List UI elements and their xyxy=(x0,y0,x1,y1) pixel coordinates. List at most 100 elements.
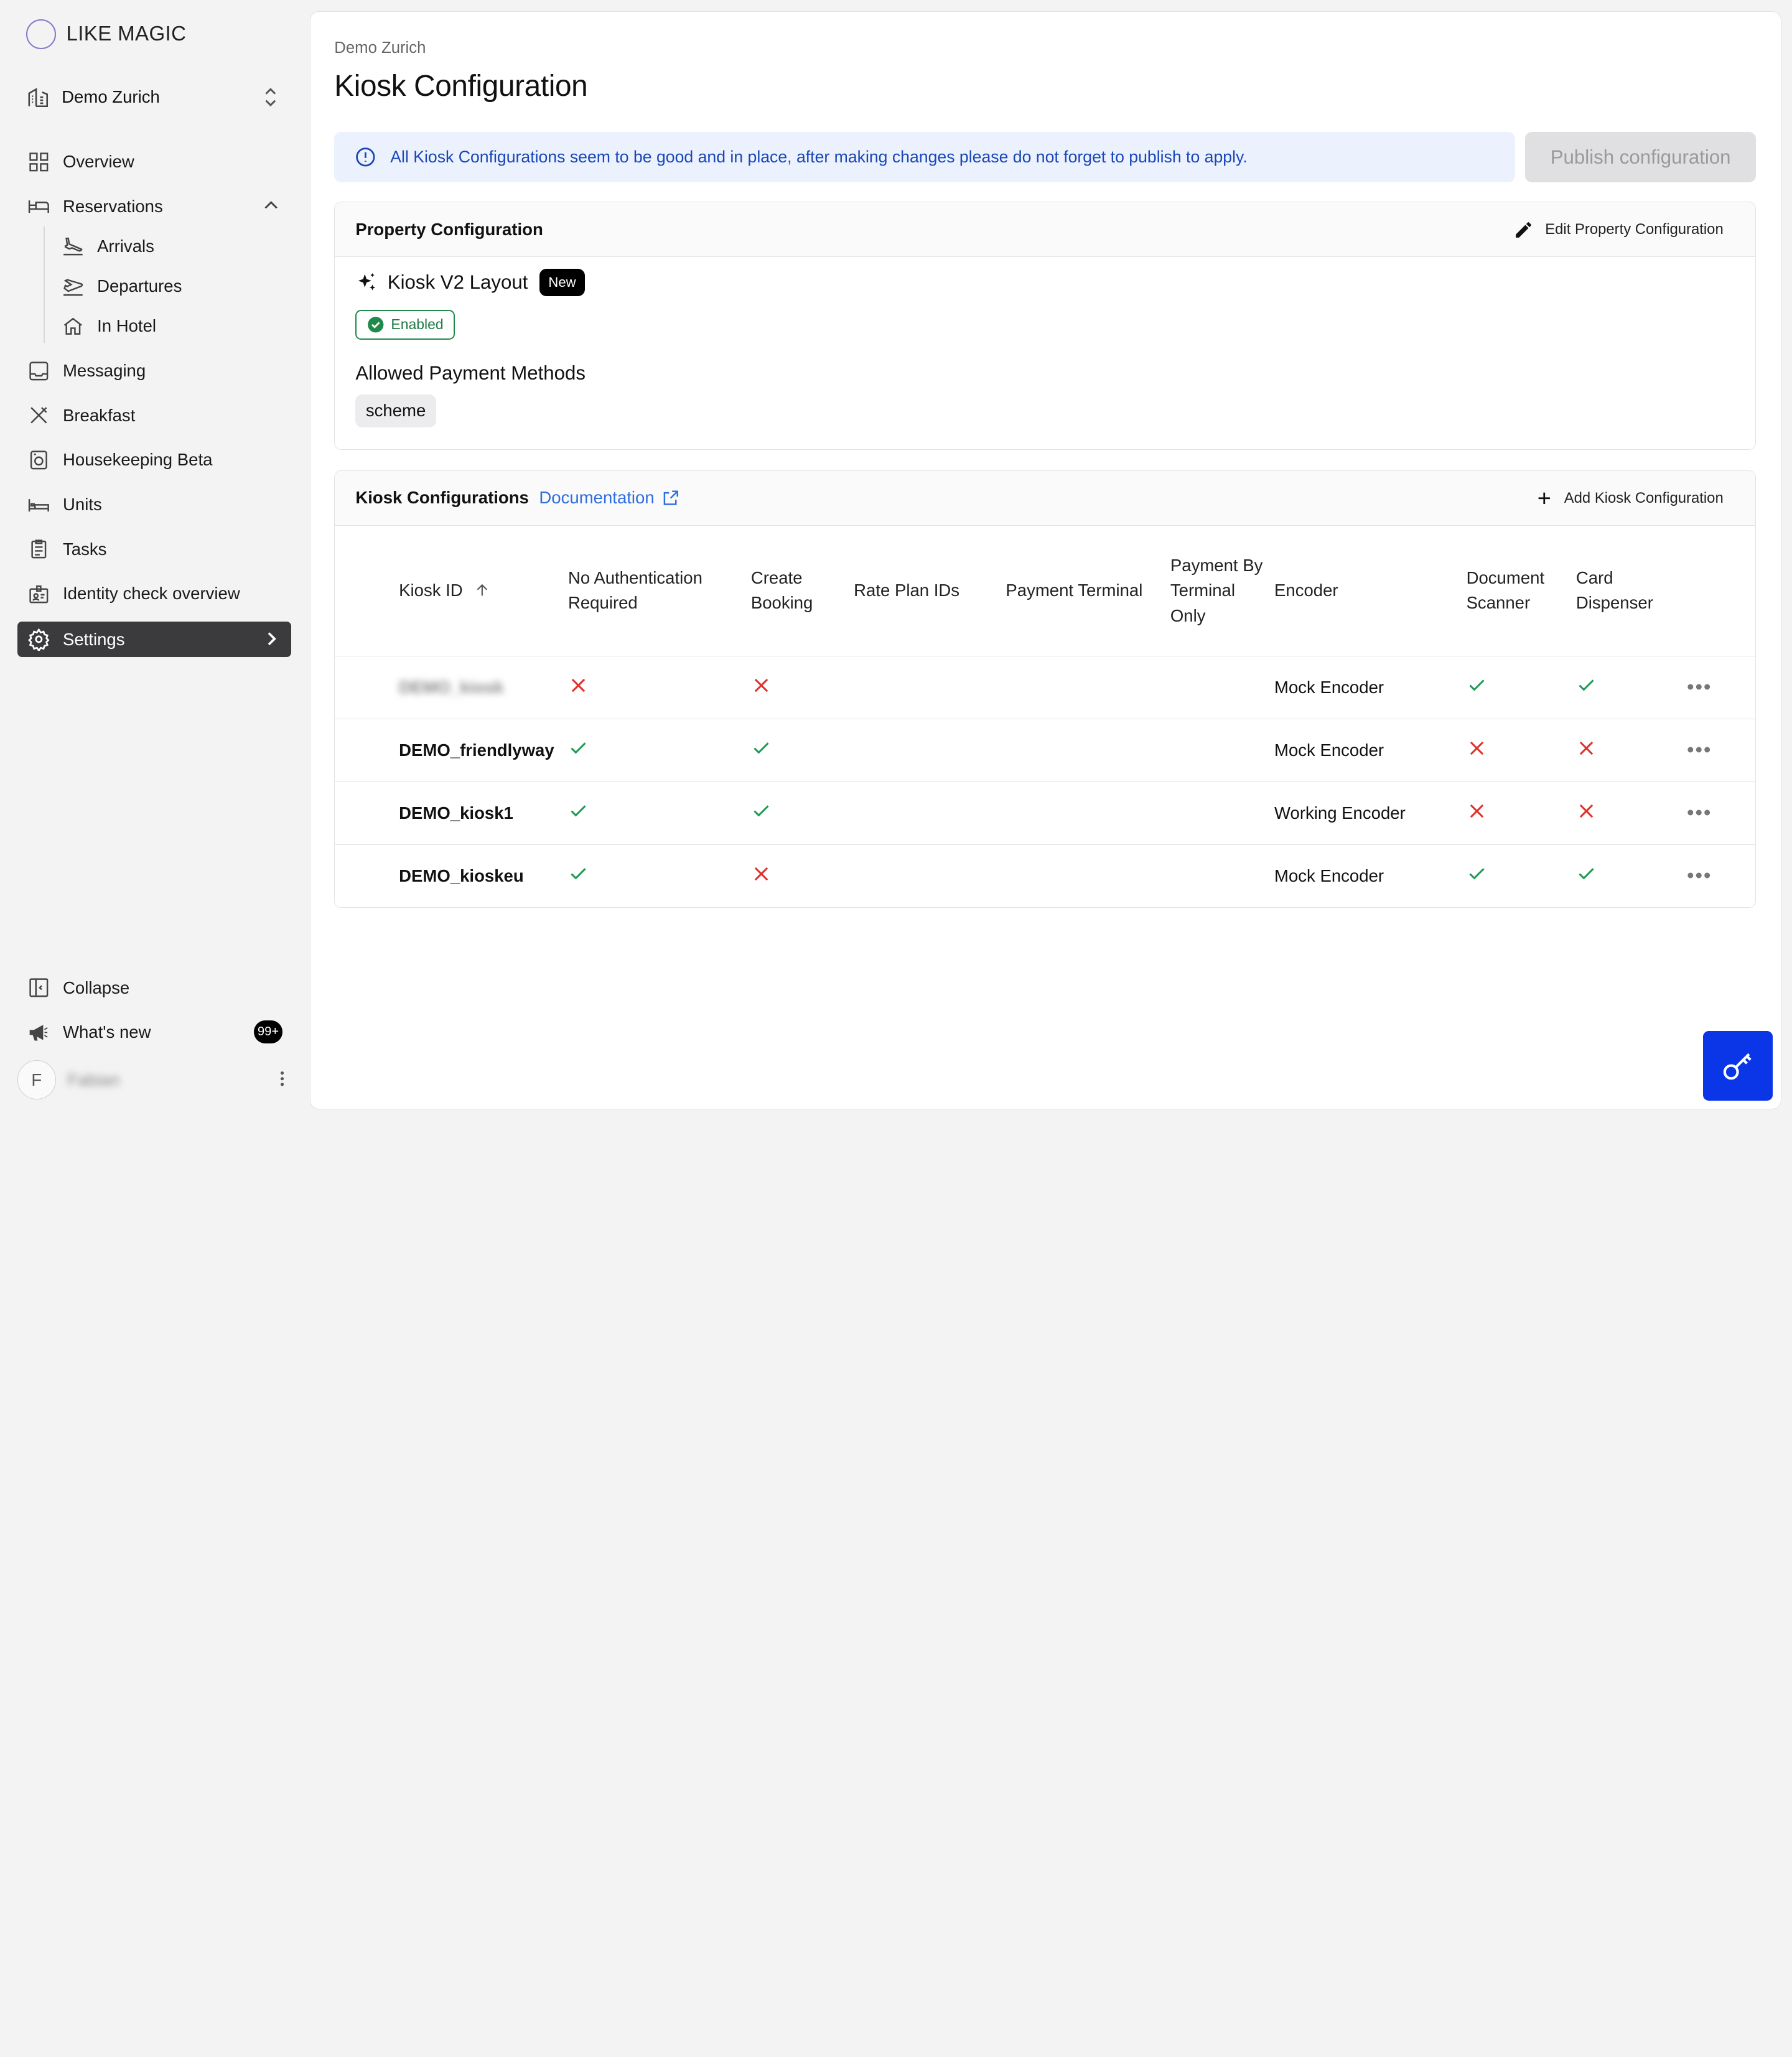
doc-scanner-x-icon xyxy=(1470,804,1483,818)
no-auth-cell xyxy=(568,844,751,907)
nav-messaging[interactable]: Messaging xyxy=(17,353,292,389)
kiosk-configs-title: Kiosk Configurations xyxy=(355,488,529,508)
rate-plan-cell xyxy=(854,844,1006,907)
table-row[interactable]: DEMO_friendlyway Mock Encoder ••• xyxy=(335,719,1756,782)
megaphone-icon xyxy=(29,1025,48,1041)
more-vertical-icon[interactable] xyxy=(279,1070,286,1088)
table-row[interactable]: DEMO_kiosk1 Working Encoder ••• xyxy=(335,781,1756,845)
sidebar: LIKE MAGIC Demo Zurich Overview Reservat… xyxy=(0,0,309,1120)
washing-machine-icon xyxy=(30,450,47,470)
nav-reservations[interactable]: Reservations xyxy=(17,189,292,224)
nav-in-hotel[interactable]: In Hotel xyxy=(52,309,292,344)
card-dispenser-cell xyxy=(1575,656,1687,719)
brand-logo[interactable]: LIKE MAGIC xyxy=(26,19,186,49)
payment-terminal-cell xyxy=(1006,656,1170,719)
property-config-title: Property Configuration xyxy=(355,219,543,239)
bed-icon xyxy=(28,200,49,213)
edit-property-config-button[interactable]: Edit Property Configuration xyxy=(1513,202,1724,257)
doc-scanner-cell xyxy=(1467,844,1576,907)
nav-arrivals[interactable]: Arrivals xyxy=(52,228,292,264)
kiosk-id-cell: DEMO_kiosk1 xyxy=(399,781,568,845)
logo-icon xyxy=(26,19,56,49)
card-dispenser-cell xyxy=(1575,719,1687,782)
card-dispenser-x-icon xyxy=(1579,804,1594,818)
col-payment-only: Payment By Terminal Only xyxy=(1170,526,1274,656)
doc-scanner-cell xyxy=(1466,781,1576,845)
row-actions-cell: ••• xyxy=(1687,719,1756,782)
col-no-auth: No Authentication Required xyxy=(567,526,751,656)
collapse-button[interactable]: Collapse xyxy=(17,970,292,1005)
no-auth-cell xyxy=(567,719,751,782)
sidebar-collapse-icon xyxy=(29,978,49,997)
doc-scanner-check-icon xyxy=(1468,868,1485,880)
row-spacer xyxy=(335,781,399,845)
plus-icon xyxy=(1538,492,1550,505)
row-actions-cell: ••• xyxy=(1687,781,1756,845)
user-menu[interactable]: F Fabian xyxy=(17,1060,292,1101)
breadcrumb[interactable]: Demo Zurich xyxy=(334,39,426,57)
key-fab-button[interactable] xyxy=(1702,1030,1773,1101)
nav-breakfast[interactable]: Breakfast xyxy=(17,398,292,433)
table-row[interactable]: DEMO_kioskeu Mock Encoder ••• xyxy=(335,844,1755,907)
kiosk-v2-layout: Kiosk V2 Layout New xyxy=(355,268,586,297)
nav-tasks-label: Tasks xyxy=(62,539,107,559)
more-horizontal-icon[interactable]: ••• xyxy=(1687,864,1712,887)
create-booking-check-icon xyxy=(754,805,769,817)
chevron-up-down-icon xyxy=(265,88,276,107)
col-kiosk-id[interactable]: Kiosk ID xyxy=(399,526,568,656)
create-booking-check-icon xyxy=(754,742,769,754)
property-name: Demo Zurich xyxy=(62,87,160,107)
nav-settings-label: Settings xyxy=(62,629,125,649)
add-kiosk-config-button[interactable]: Add Kiosk Configuration xyxy=(1536,471,1724,526)
no-auth-check-icon xyxy=(571,742,586,754)
doc-scanner-check-icon xyxy=(1468,679,1485,691)
doc-scanner-cell xyxy=(1466,719,1576,782)
external-link-icon xyxy=(663,490,678,505)
nav-identity-label: Identity check overview xyxy=(62,584,240,604)
check-circle-icon xyxy=(368,317,384,333)
nav-departures[interactable]: Departures xyxy=(52,269,292,304)
chevron-up-icon xyxy=(264,200,278,209)
col-actions xyxy=(1687,526,1756,656)
more-horizontal-icon[interactable]: ••• xyxy=(1687,739,1712,762)
more-horizontal-icon[interactable]: ••• xyxy=(1687,801,1712,824)
documentation-label: Documentation xyxy=(539,488,655,508)
publish-button[interactable]: Publish configuration xyxy=(1525,132,1757,183)
kiosk-id-cell: DEMO_kiosk xyxy=(399,656,568,719)
nav-overview[interactable]: Overview xyxy=(17,144,292,179)
collapse-label: Collapse xyxy=(62,977,130,997)
info-banner: All Kiosk Configurations seem to be good… xyxy=(334,132,1515,183)
table-header-row: Kiosk ID No Authentication Required Crea… xyxy=(335,526,1756,656)
kiosk-id-cell: DEMO_kioskeu xyxy=(399,866,524,886)
row-actions-cell: ••• xyxy=(1687,656,1756,719)
kiosk-rows: DEMO_kiosk Mock Encoder ••• DEMO_friendlywa… xyxy=(335,656,1756,907)
nav-housekeeping-label: Housekeeping Beta xyxy=(62,450,213,470)
nav-tasks[interactable]: Tasks xyxy=(17,531,292,567)
building-icon xyxy=(28,88,49,107)
nav-housekeeping[interactable]: Housekeeping Beta xyxy=(17,442,292,478)
card-dispenser-check-icon xyxy=(1579,868,1594,880)
nav-identity-check[interactable]: Identity check overview xyxy=(17,576,292,612)
info-icon xyxy=(355,147,375,167)
encoder-cell: Mock Encoder xyxy=(1274,866,1384,886)
payment-only-cell xyxy=(1170,656,1274,719)
chevron-right-icon xyxy=(268,632,276,646)
doc-scanner-x-icon xyxy=(1470,741,1483,755)
doc-scanner-cell xyxy=(1466,656,1576,719)
create-booking-cell xyxy=(751,844,854,907)
utensils-icon xyxy=(30,407,47,424)
more-horizontal-icon[interactable]: ••• xyxy=(1687,676,1712,699)
table-row[interactable]: DEMO_kiosk Mock Encoder ••• xyxy=(335,656,1756,719)
whats-new-button[interactable]: What's new 99+ xyxy=(17,1015,292,1050)
col-kiosk-id-label: Kiosk ID xyxy=(399,581,463,600)
payment-only-cell xyxy=(1170,844,1274,907)
nav-settings[interactable]: Settings xyxy=(17,622,292,658)
plane-takeoff-icon xyxy=(63,279,83,296)
documentation-link[interactable]: Documentation xyxy=(539,488,679,508)
property-switcher[interactable]: Demo Zurich xyxy=(26,80,283,114)
grid-icon xyxy=(29,152,49,171)
inbox-icon xyxy=(29,361,49,380)
nav-reservations-label: Reservations xyxy=(62,196,163,216)
nav-units[interactable]: Units xyxy=(17,487,292,522)
kiosk-id-cell: DEMO_friendlyway xyxy=(399,719,568,782)
